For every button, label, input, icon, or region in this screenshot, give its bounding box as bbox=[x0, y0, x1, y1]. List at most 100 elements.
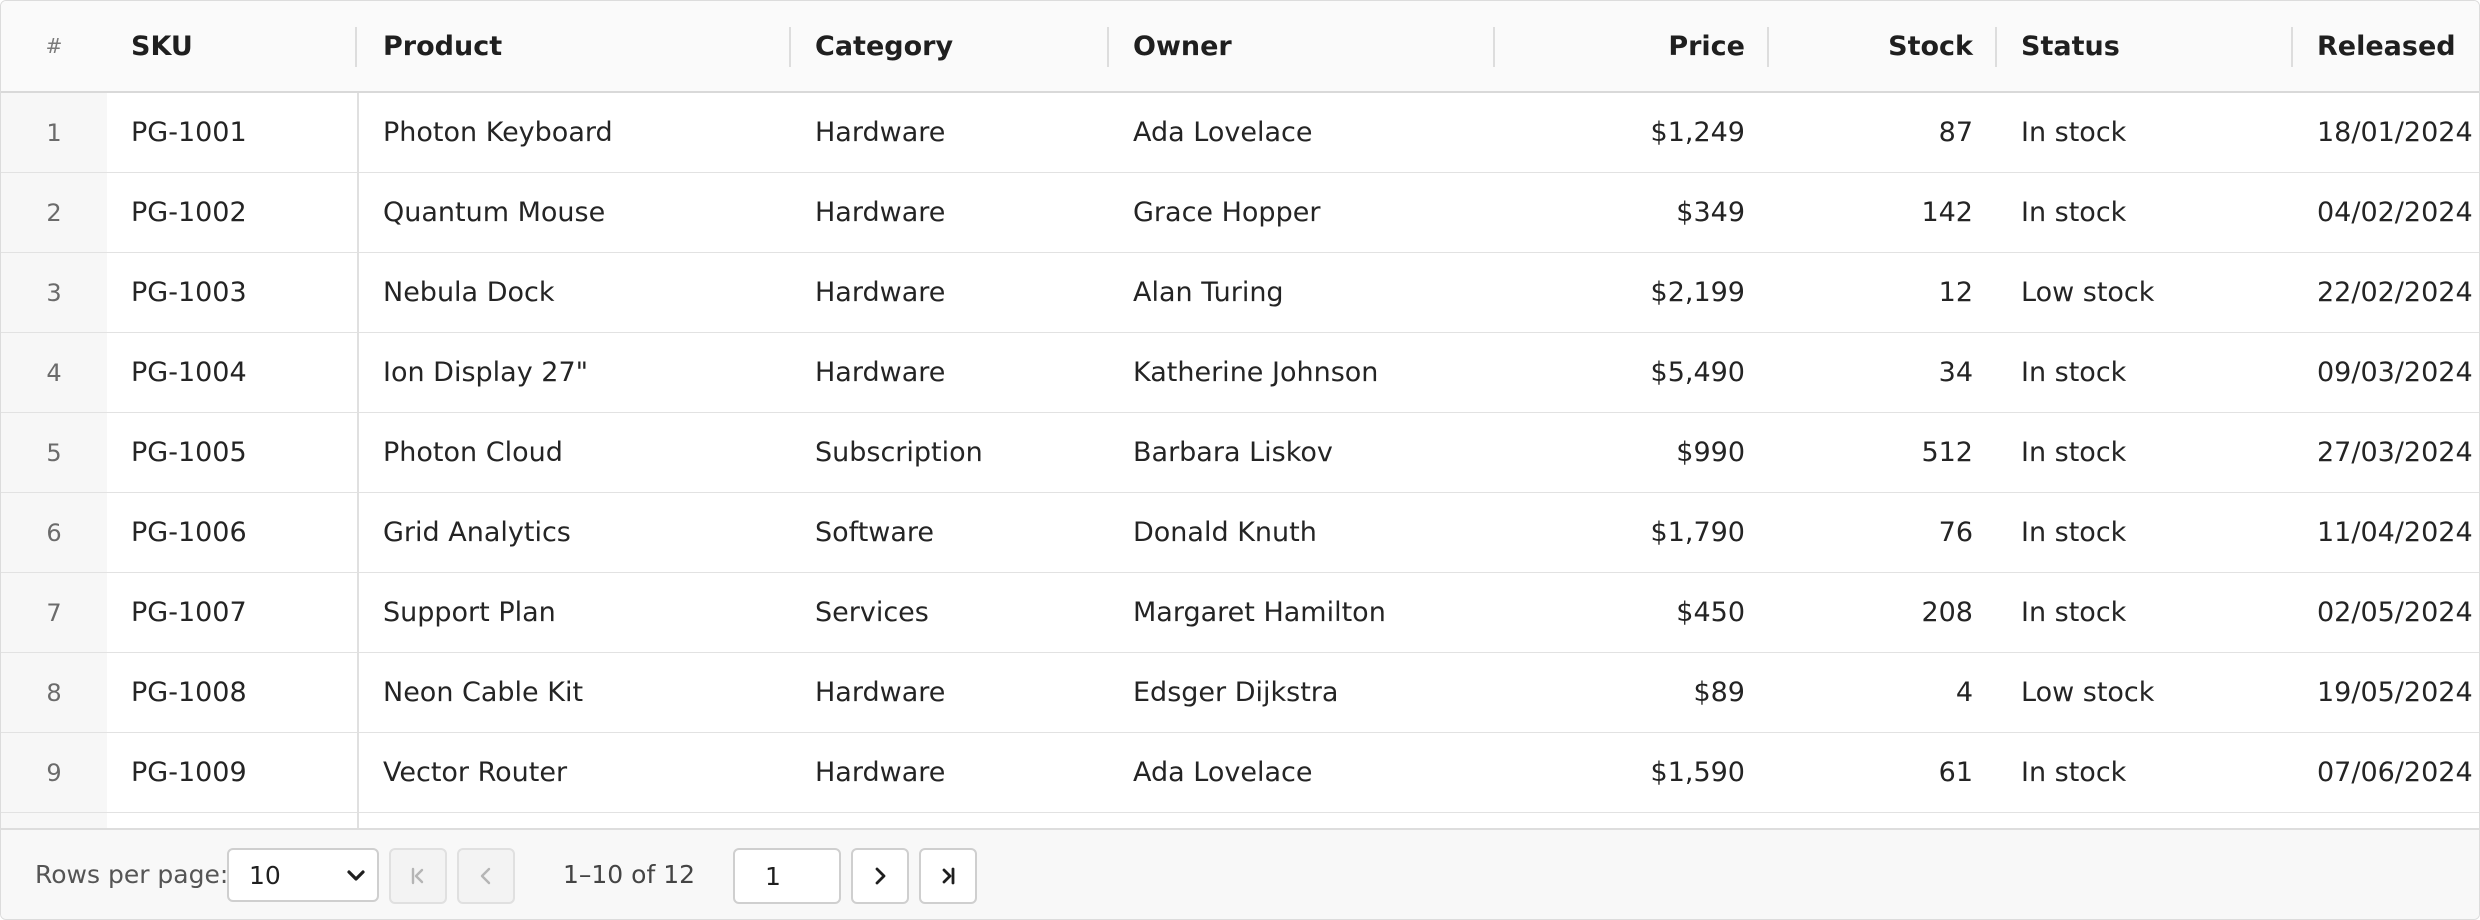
column-header-status[interactable]: Status bbox=[2021, 1, 2281, 91]
cell-released[interactable]: 04/02/2024 bbox=[2317, 173, 2477, 252]
cell-owner[interactable]: Ada Lovelace bbox=[1133, 93, 1483, 172]
cell-stock[interactable]: 12 bbox=[1777, 253, 1973, 332]
cell-sku[interactable]: PG-1007 bbox=[131, 573, 351, 652]
column-resize-handle-owner[interactable] bbox=[1493, 27, 1495, 67]
cell-status[interactable]: Low stock bbox=[2021, 253, 2281, 332]
column-header-price[interactable]: Price bbox=[1501, 1, 1745, 91]
cell-category[interactable]: Services bbox=[815, 573, 1105, 652]
cell-category[interactable]: Hardware bbox=[815, 733, 1105, 812]
cell-stock[interactable]: 4 bbox=[1777, 653, 1973, 732]
cell-price[interactable]: $89 bbox=[1501, 653, 1745, 732]
table-row[interactable]: 2 PG-1002 Quantum Mouse Hardware Grace H… bbox=[1, 173, 2479, 253]
cell-status[interactable]: In stock bbox=[2021, 733, 2281, 812]
cell-product[interactable]: Grid Analytics bbox=[383, 493, 783, 572]
cell-price[interactable]: $349 bbox=[1501, 173, 1745, 252]
table-row-partial[interactable] bbox=[1, 813, 2479, 828]
cell-released[interactable]: 11/04/2024 bbox=[2317, 493, 2477, 572]
column-resize-handle-sku[interactable] bbox=[355, 27, 357, 67]
cell-sku[interactable]: PG-1009 bbox=[131, 733, 351, 812]
cell-released[interactable]: 02/05/2024 bbox=[2317, 573, 2477, 652]
cell-owner[interactable]: Barbara Liskov bbox=[1133, 413, 1483, 492]
cell-released[interactable]: 22/02/2024 bbox=[2317, 253, 2477, 332]
table-row[interactable]: 5 PG-1005 Photon Cloud Subscription Barb… bbox=[1, 413, 2479, 493]
cell-owner[interactable]: Ada Lovelace bbox=[1133, 733, 1483, 812]
cell-stock[interactable]: 208 bbox=[1777, 573, 1973, 652]
column-header-product[interactable]: Product bbox=[383, 1, 783, 91]
cell-price[interactable]: $450 bbox=[1501, 573, 1745, 652]
cell-sku[interactable]: PG-1001 bbox=[131, 93, 351, 172]
cell-product[interactable]: Photon Keyboard bbox=[383, 93, 783, 172]
table-row[interactable]: 9 PG-1009 Vector Router Hardware Ada Lov… bbox=[1, 733, 2479, 813]
cell-price[interactable]: $5,490 bbox=[1501, 333, 1745, 412]
cell-sku[interactable]: PG-1006 bbox=[131, 493, 351, 572]
cell-price[interactable]: $1,790 bbox=[1501, 493, 1745, 572]
cell-stock[interactable]: 142 bbox=[1777, 173, 1973, 252]
cell-owner[interactable]: Grace Hopper bbox=[1133, 173, 1483, 252]
table-row[interactable]: 4 PG-1004 Ion Display 27" Hardware Kathe… bbox=[1, 333, 2479, 413]
cell-price[interactable]: $1,590 bbox=[1501, 733, 1745, 812]
grid-body[interactable]: 1 PG-1001 Photon Keyboard Hardware Ada L… bbox=[1, 93, 2479, 828]
cell-status[interactable]: In stock bbox=[2021, 173, 2281, 252]
table-row[interactable]: 1 PG-1001 Photon Keyboard Hardware Ada L… bbox=[1, 93, 2479, 173]
cell-price[interactable]: $2,199 bbox=[1501, 253, 1745, 332]
cell-product[interactable]: Vector Router bbox=[383, 733, 783, 812]
cell-owner[interactable]: Alan Turing bbox=[1133, 253, 1483, 332]
cell-owner[interactable]: Edsger Dijkstra bbox=[1133, 653, 1483, 732]
cell-stock[interactable]: 512 bbox=[1777, 413, 1973, 492]
cell-released[interactable]: 19/05/2024 bbox=[2317, 653, 2477, 732]
cell-owner[interactable]: Katherine Johnson bbox=[1133, 333, 1483, 412]
column-header-owner[interactable]: Owner bbox=[1133, 1, 1483, 91]
cell-status[interactable]: In stock bbox=[2021, 493, 2281, 572]
cell-sku[interactable]: PG-1004 bbox=[131, 333, 351, 412]
cell-category[interactable]: Subscription bbox=[815, 413, 1105, 492]
cell-released[interactable]: 18/01/2024 bbox=[2317, 93, 2477, 172]
column-header-stock[interactable]: Stock bbox=[1777, 1, 1973, 91]
next-page-button[interactable] bbox=[851, 848, 909, 904]
cell-sku[interactable]: PG-1003 bbox=[131, 253, 351, 332]
column-header-sku[interactable]: SKU bbox=[131, 1, 351, 91]
cell-sku[interactable]: PG-1002 bbox=[131, 173, 351, 252]
cell-product[interactable]: Support Plan bbox=[383, 573, 783, 652]
column-resize-handle-status[interactable] bbox=[2291, 27, 2293, 67]
cell-status[interactable]: In stock bbox=[2021, 93, 2281, 172]
column-header-number[interactable]: # bbox=[1, 1, 107, 91]
column-header-category[interactable]: Category bbox=[815, 1, 1105, 91]
cell-product[interactable]: Photon Cloud bbox=[383, 413, 783, 492]
cell-product[interactable]: Nebula Dock bbox=[383, 253, 783, 332]
cell-stock[interactable]: 76 bbox=[1777, 493, 1973, 572]
column-resize-handle-stock[interactable] bbox=[1995, 27, 1997, 67]
cell-released[interactable]: 09/03/2024 bbox=[2317, 333, 2477, 412]
cell-category[interactable]: Hardware bbox=[815, 333, 1105, 412]
cell-stock[interactable]: 87 bbox=[1777, 93, 1973, 172]
cell-category[interactable]: Hardware bbox=[815, 173, 1105, 252]
table-row[interactable]: 8 PG-1008 Neon Cable Kit Hardware Edsger… bbox=[1, 653, 2479, 733]
cell-price[interactable]: $990 bbox=[1501, 413, 1745, 492]
first-page-button[interactable] bbox=[389, 848, 447, 904]
cell-owner[interactable]: Margaret Hamilton bbox=[1133, 573, 1483, 652]
column-header-released[interactable]: Released bbox=[2317, 1, 2477, 91]
page-number-input[interactable]: 1 bbox=[733, 848, 841, 904]
previous-page-button[interactable] bbox=[457, 848, 515, 904]
cell-status[interactable]: In stock bbox=[2021, 333, 2281, 412]
column-resize-handle-category[interactable] bbox=[1107, 27, 1109, 67]
cell-product[interactable]: Ion Display 27" bbox=[383, 333, 783, 412]
cell-status[interactable]: In stock bbox=[2021, 413, 2281, 492]
last-page-button[interactable] bbox=[919, 848, 977, 904]
table-row[interactable]: 3 PG-1003 Nebula Dock Hardware Alan Turi… bbox=[1, 253, 2479, 333]
table-row[interactable]: 6 PG-1006 Grid Analytics Software Donald… bbox=[1, 493, 2479, 573]
cell-price[interactable]: $1,249 bbox=[1501, 93, 1745, 172]
rows-per-page-select[interactable]: 10 bbox=[227, 848, 379, 902]
column-resize-handle-product[interactable] bbox=[789, 27, 791, 67]
cell-released[interactable]: 07/06/2024 bbox=[2317, 733, 2477, 812]
cell-status[interactable]: Low stock bbox=[2021, 653, 2281, 732]
cell-status[interactable]: In stock bbox=[2021, 573, 2281, 652]
cell-category[interactable]: Hardware bbox=[815, 253, 1105, 332]
cell-owner[interactable]: Donald Knuth bbox=[1133, 493, 1483, 572]
cell-stock[interactable]: 61 bbox=[1777, 733, 1973, 812]
cell-category[interactable]: Software bbox=[815, 493, 1105, 572]
cell-sku[interactable]: PG-1005 bbox=[131, 413, 351, 492]
cell-released[interactable]: 27/03/2024 bbox=[2317, 413, 2477, 492]
cell-stock[interactable]: 34 bbox=[1777, 333, 1973, 412]
cell-category[interactable]: Hardware bbox=[815, 653, 1105, 732]
cell-product[interactable]: Neon Cable Kit bbox=[383, 653, 783, 732]
